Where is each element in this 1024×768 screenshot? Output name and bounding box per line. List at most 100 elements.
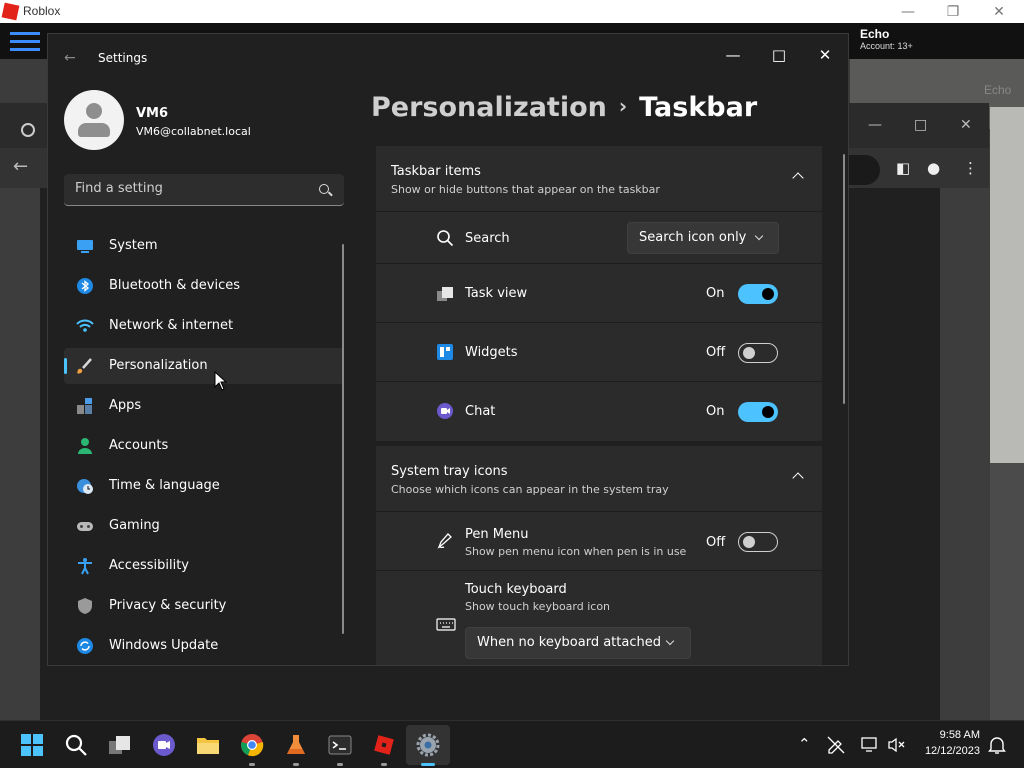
avatar[interactable] — [64, 90, 124, 150]
breadcrumb: Personalization › Taskbar — [371, 92, 757, 123]
game-menu-icon[interactable] — [10, 29, 40, 53]
widgets-icon — [437, 344, 453, 360]
system-tray-header[interactable]: System tray icons Choose which icons can… — [376, 446, 822, 512]
bluetooth-icon — [77, 278, 93, 294]
find-setting-search[interactable] — [64, 174, 344, 206]
search-icon[interactable] — [319, 184, 329, 194]
browser-close-button[interactable]: ✕ — [960, 117, 972, 133]
chat-row: Chat On — [376, 382, 822, 441]
settings-gear-icon[interactable] — [416, 733, 440, 757]
widgets-row: Widgets Off — [376, 323, 822, 382]
roblox-window-title: Roblox — [23, 4, 61, 18]
content-scrollbar[interactable] — [843, 154, 845, 404]
chevron-up-icon[interactable]: ⌃ — [798, 735, 811, 753]
roblox-minimize-button[interactable]: — — [885, 0, 931, 23]
chat-icon[interactable] — [152, 733, 176, 757]
sidebar-toggle-icon[interactable]: ◧ — [896, 159, 910, 177]
settings-close-button[interactable]: ✕ — [802, 40, 848, 70]
widgets-toggle[interactable] — [738, 343, 778, 363]
nav-item-gaming[interactable]: Gaming — [64, 508, 344, 544]
clock-date[interactable]: 12/12/2023 — [914, 745, 980, 757]
terminal-icon[interactable] — [328, 733, 352, 757]
flask-app-icon[interactable] — [284, 733, 308, 757]
nav-scrollbar[interactable] — [342, 244, 344, 634]
nav-item-label: Personalization — [109, 358, 208, 373]
nav-item-label: Time & language — [109, 478, 220, 493]
file-explorer-icon[interactable] — [196, 733, 220, 757]
back-arrow-icon[interactable]: ← — [64, 50, 76, 66]
windows-start-icon[interactable] — [20, 733, 44, 757]
roblox-icon[interactable] — [372, 733, 396, 757]
settings-minimize-button[interactable]: — — [710, 40, 756, 70]
search-input[interactable] — [75, 181, 305, 196]
chat-toggle[interactable] — [738, 402, 778, 422]
nav-item-bluetooth[interactable]: Bluetooth & devices — [64, 268, 344, 304]
nav-item-label: Accounts — [109, 438, 169, 453]
section-title: System tray icons — [391, 464, 508, 479]
accessibility-icon — [78, 558, 92, 575]
nav-item-label: System — [109, 238, 158, 253]
dropdown-value: Search icon only — [639, 230, 747, 245]
volume-muted-icon[interactable] — [886, 735, 906, 755]
roblox-close-button[interactable]: ✕ — [976, 0, 1022, 23]
nav-item-network[interactable]: Network & internet — [64, 308, 344, 344]
chevron-right-icon: › — [618, 94, 628, 118]
roblox-maximize-button[interactable]: ❐ — [930, 0, 976, 23]
pen-icon — [437, 533, 452, 549]
row-label: Widgets — [465, 345, 518, 360]
search-icon[interactable] — [64, 733, 88, 757]
profile-icon[interactable]: ● — [927, 159, 940, 177]
running-indicator — [337, 763, 343, 766]
browser-back-icon[interactable]: ← — [13, 156, 28, 177]
chrome-icon[interactable] — [240, 733, 264, 757]
chevron-up-icon[interactable] — [792, 472, 804, 484]
browser-address-bar[interactable] — [848, 155, 880, 185]
nav-item-personalization[interactable]: Personalization — [64, 348, 344, 384]
network-icon[interactable] — [860, 735, 880, 755]
notification-bell-icon[interactable] — [988, 735, 1006, 755]
person-icon — [78, 438, 92, 454]
nav-item-system[interactable]: System — [64, 228, 344, 264]
nav-item-label: Gaming — [109, 518, 160, 533]
account-email: VM6@collabnet.local — [136, 125, 251, 138]
pen-menu-toggle[interactable] — [738, 532, 778, 552]
browser-menu-icon[interactable]: ⋮ — [963, 159, 978, 177]
toggle-state: Off — [706, 535, 726, 550]
running-indicator — [249, 763, 255, 766]
nav-item-accounts[interactable]: Accounts — [64, 428, 344, 464]
active-indicator — [421, 763, 435, 766]
clock-time[interactable]: 9:58 AM — [920, 729, 980, 741]
nav-item-accessibility[interactable]: Accessibility — [64, 548, 344, 584]
update-icon — [77, 638, 93, 654]
nav-item-label: Privacy & security — [109, 598, 227, 613]
chat-icon — [437, 403, 453, 419]
task-view-icon[interactable] — [108, 733, 132, 757]
row-label: Chat — [465, 404, 496, 419]
search-mode-dropdown[interactable]: Search icon only — [627, 222, 779, 254]
breadcrumb-parent[interactable]: Personalization — [371, 92, 607, 123]
task-view-icon — [437, 287, 453, 301]
browser-maximize-button[interactable]: □ — [914, 117, 927, 133]
toggle-state: On — [706, 286, 725, 301]
touch-keyboard-dropdown[interactable]: When no keyboard attached — [465, 627, 691, 659]
section-title: Taskbar items — [391, 164, 481, 179]
nav-item-privacy-security[interactable]: Privacy & security — [64, 588, 344, 624]
chevron-up-icon[interactable] — [792, 172, 804, 184]
globe-icon — [21, 123, 35, 137]
shield-icon — [78, 598, 92, 614]
search-row: Search Search icon only — [376, 212, 822, 264]
browser-minimize-button[interactable]: — — [868, 117, 882, 133]
system-tray-section: System tray icons Choose which icons can… — [376, 446, 822, 665]
row-description: Show touch keyboard icon — [465, 600, 611, 613]
nav-item-label: Accessibility — [109, 558, 189, 573]
nav-item-windows-update[interactable]: Windows Update — [64, 628, 344, 664]
settings-maximize-button[interactable]: □ — [756, 40, 802, 70]
pen-disabled-icon[interactable] — [826, 735, 846, 755]
nav-item-time-language[interactable]: Time & language — [64, 468, 344, 504]
task-view-toggle[interactable] — [738, 284, 778, 304]
nav-item-label: Network & internet — [109, 318, 234, 333]
nav-item-apps[interactable]: Apps — [64, 388, 344, 424]
taskbar-items-header[interactable]: Taskbar items Show or hide buttons that … — [376, 146, 822, 212]
game-floor — [990, 463, 1024, 720]
game-user-name: Echo — [860, 27, 890, 41]
